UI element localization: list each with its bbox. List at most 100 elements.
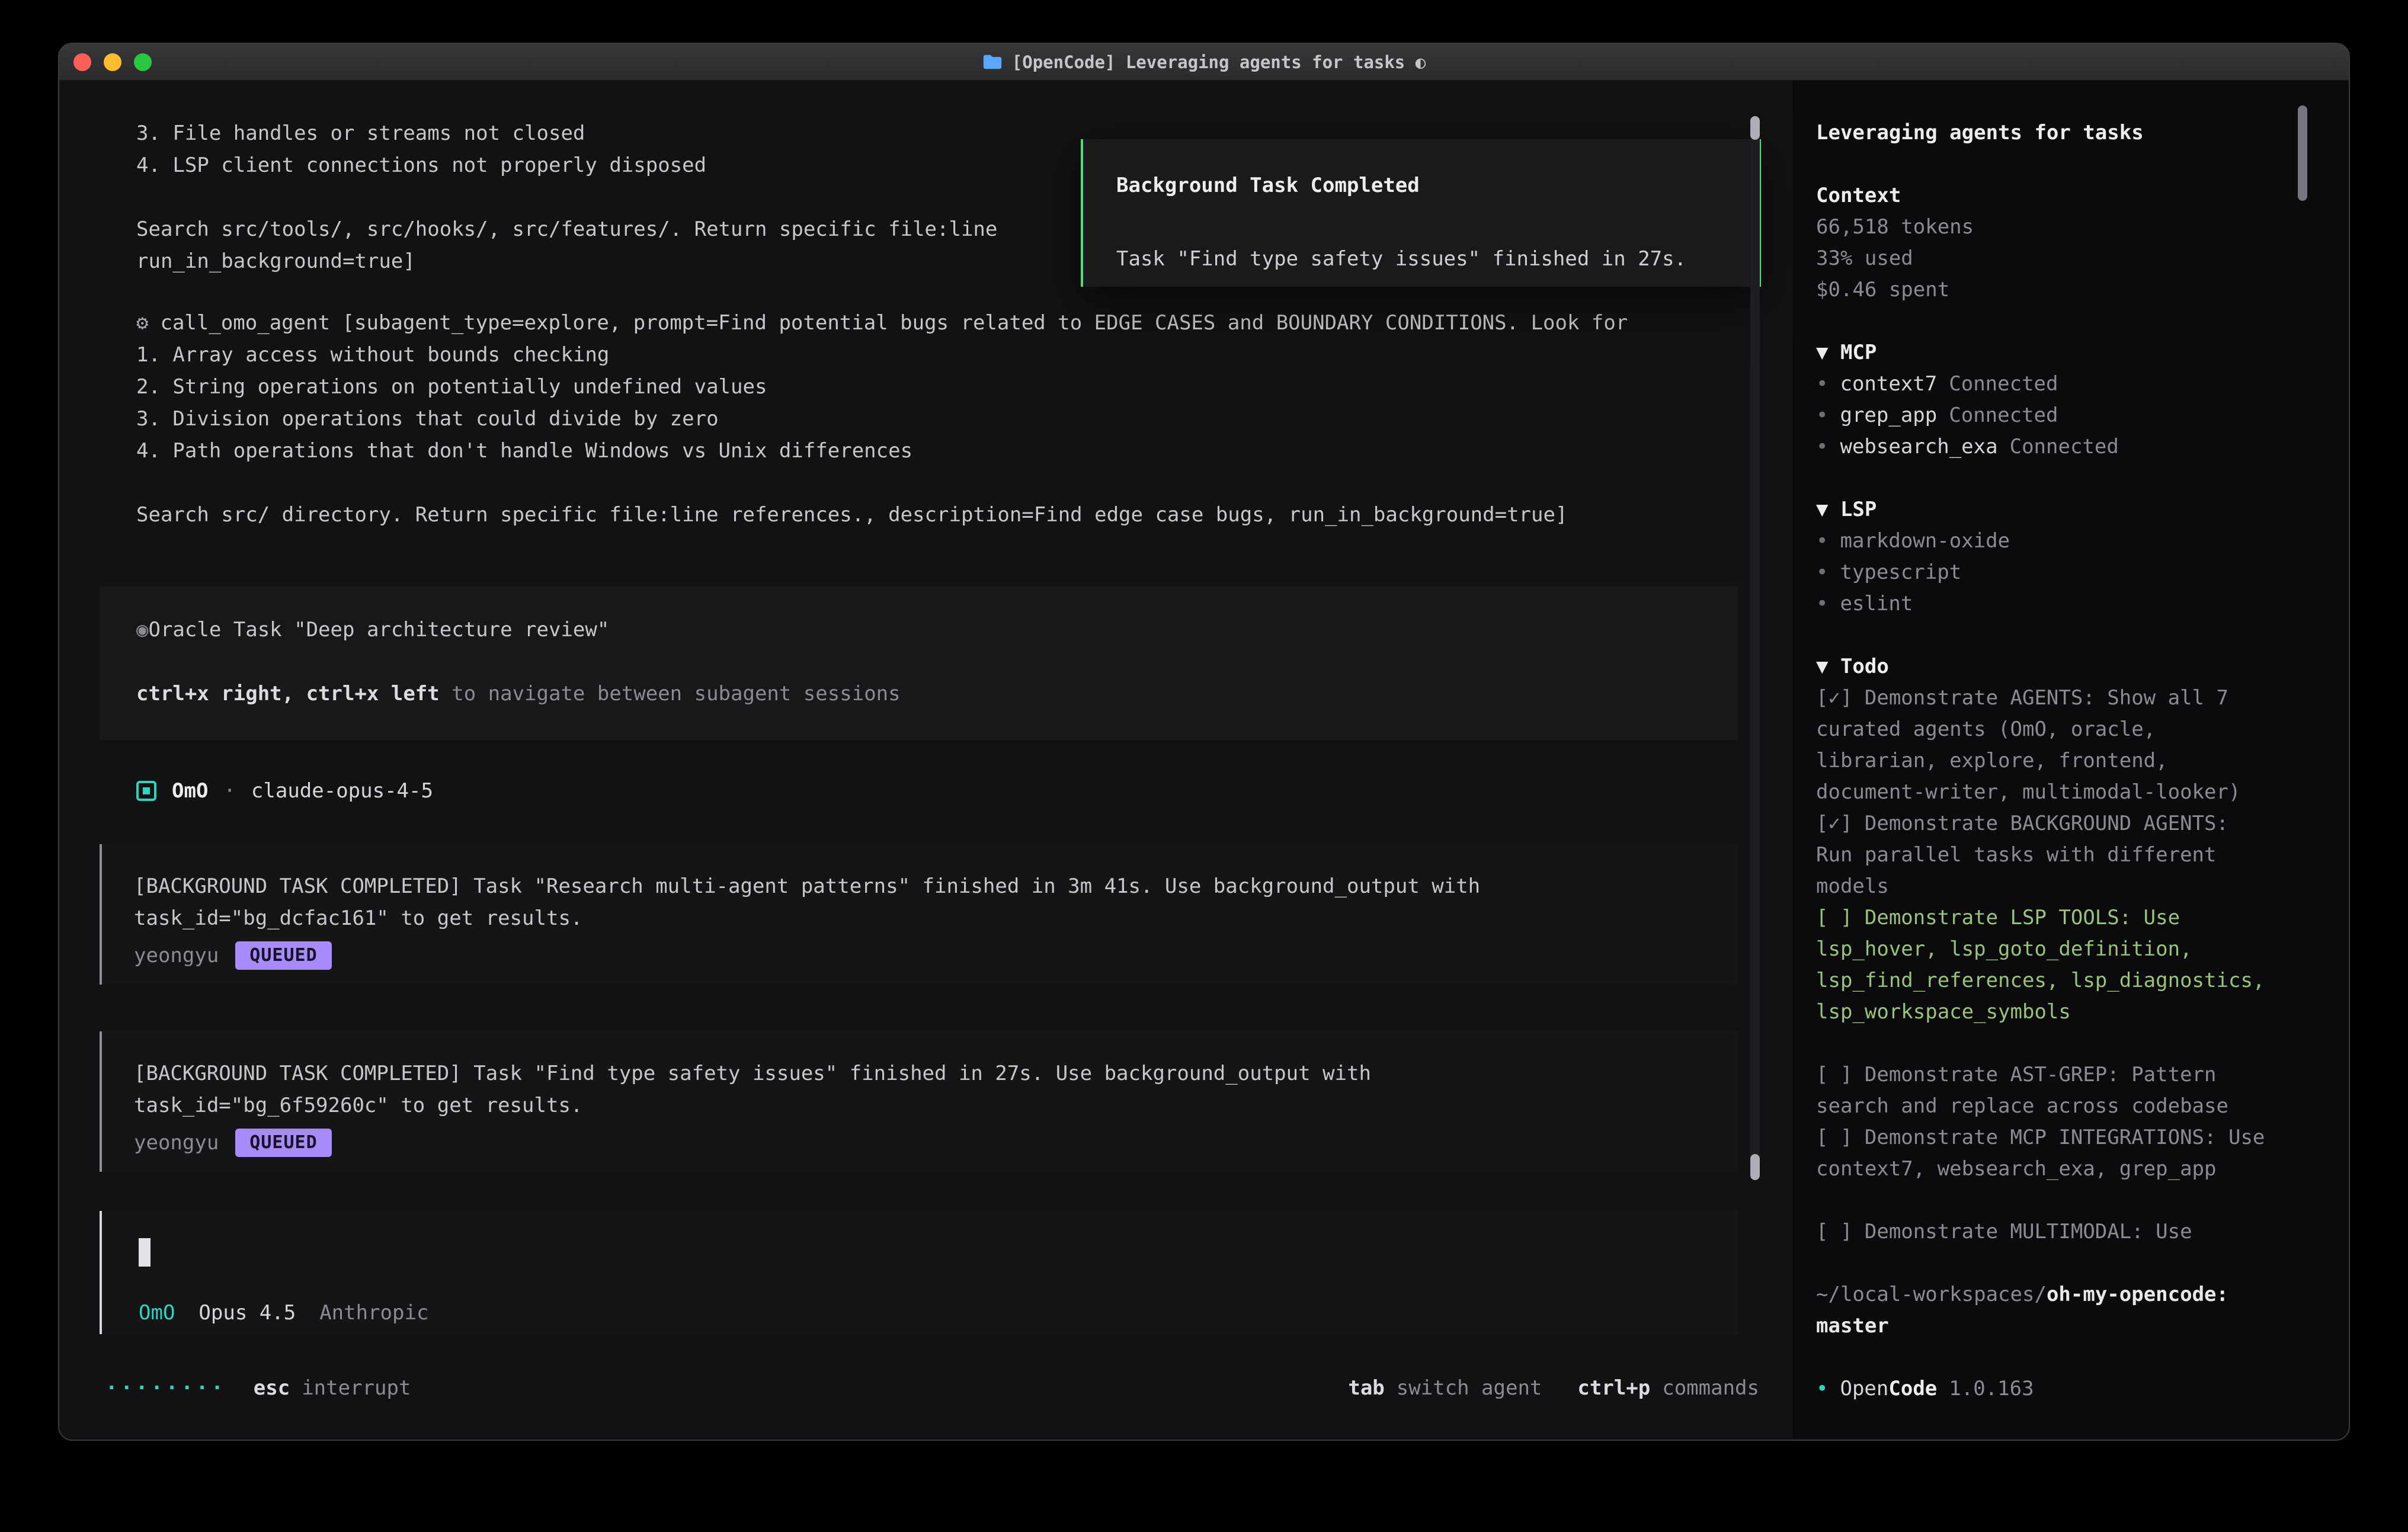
window-titlebar[interactable]: [OpenCode] Leveraging agents for tasks ◐ <box>59 44 2349 81</box>
esc-key-hint: esc <box>254 1376 290 1400</box>
esc-key-label: interrupt <box>302 1376 411 1400</box>
commands-key-label: commands <box>1662 1376 1759 1400</box>
sidebar-scrollbar-thumb[interactable] <box>2298 105 2307 201</box>
lsp-item-name: markdown-oxide <box>1840 529 2010 553</box>
lsp-section-heading[interactable]: ▼ LSP <box>1816 494 2349 525</box>
subagent-navigation-hint: ctrl+x right, ctrl+x left to navigate be… <box>136 678 1738 710</box>
todo-item-done: [✓] Demonstrate BACKGROUND AGENTS: Run p… <box>1816 808 2266 902</box>
window-title: [OpenCode] Leveraging agents for tasks ◐ <box>982 52 1426 72</box>
commands-key-hint: ctrl+p <box>1577 1376 1650 1400</box>
bullet-icon: • <box>1816 372 1828 396</box>
mcp-item-status: Connected <box>2010 435 2119 459</box>
context-tokens: 66,518 tokens <box>1816 211 2349 243</box>
todo-item-pending: [ ] Demonstrate MULTIMODAL: Use <box>1816 1216 2266 1248</box>
bullet-icon: • <box>1816 529 1828 553</box>
input-provider-name: Anthropic <box>319 1301 428 1325</box>
task-message-line: task_id="bg_6f59260c" to get results. <box>134 1089 1738 1121</box>
folder-icon <box>982 54 1003 70</box>
prompt-input[interactable]: OmO Opus 4.5 Anthropic <box>100 1211 1738 1334</box>
mcp-item-name: context7 <box>1840 372 1937 396</box>
brand-name-regular: Open <box>1840 1377 1888 1400</box>
spinner-dots: ········ <box>105 1376 226 1400</box>
tool-call-header: ⚙ call_omo_agent [subagent_type=explore, … <box>136 307 1628 339</box>
input-meta: OmO Opus 4.5 Anthropic <box>139 1301 428 1325</box>
notification-title: Background Task Completed <box>1116 172 1735 198</box>
context-heading: Context <box>1816 180 2349 211</box>
agent-icon <box>136 781 156 801</box>
tab-key-hint: tab <box>1348 1376 1384 1400</box>
terminal-pane: 3. File handles or streams not closed 4.… <box>59 81 1792 1439</box>
context-spent: $0.46 spent <box>1816 274 2349 306</box>
mcp-item-status: Connected <box>1949 403 2058 427</box>
workspace-path-prefix: ~/local-workspaces/ <box>1816 1283 2047 1306</box>
bullet-icon: • <box>1816 560 1828 584</box>
window-title-text: [OpenCode] Leveraging agents for tasks ◐ <box>1012 52 1426 72</box>
mcp-item-name: grep_app <box>1840 403 1937 427</box>
mcp-section-heading[interactable]: ▼ MCP <box>1816 337 2349 368</box>
lsp-item: • typescript <box>1816 557 2349 588</box>
tool-call-block: ⚙ call_omo_agent [subagent_type=explore, … <box>136 307 1628 531</box>
sidebar-pane: Leveraging agents for tasks Context 66,5… <box>1792 81 2349 1439</box>
terminal-window: [OpenCode] Leveraging agents for tasks ◐… <box>58 43 2350 1441</box>
brand-name-bold: Code <box>1888 1377 1937 1400</box>
zoom-button[interactable] <box>134 53 152 71</box>
notification-body: Task "Find type safety issues" finished … <box>1116 246 1735 272</box>
oracle-task-title-line: ◉Oracle Task "Deep architecture review" <box>136 614 1738 646</box>
task-author: yeongyu <box>134 944 219 967</box>
tool-call-footer: Search src/ directory. Return specific f… <box>136 499 1628 531</box>
tool-call-item: 3. Division operations that could divide… <box>136 403 1628 435</box>
todo-section-heading[interactable]: ▼ Todo <box>1816 651 2349 682</box>
todo-item-pending: [ ] Demonstrate MCP INTEGRATIONS: Use co… <box>1816 1122 2266 1185</box>
minimize-button[interactable] <box>104 53 121 71</box>
mcp-item: •context7Connected <box>1816 368 2349 400</box>
task-author: yeongyu <box>134 1131 219 1155</box>
agent-model: claude-opus-4-5 <box>251 779 433 803</box>
context-used: 33% used <box>1816 243 2349 274</box>
task-message: [BACKGROUND TASK COMPLETED] Task "Resear… <box>100 844 1738 985</box>
lsp-item-name: typescript <box>1840 560 1961 584</box>
task-message-line: task_id="bg_dcfac161" to get results. <box>134 902 1738 934</box>
workspace-repo: oh-my-opencode: <box>2047 1283 2228 1306</box>
lsp-item: • markdown-oxide <box>1816 525 2349 557</box>
todo-item-pending: [ ] Demonstrate AST-GREP: Pattern search… <box>1816 1059 2266 1122</box>
status-bar: ········ esc interrupt tab switch agent … <box>105 1372 1759 1404</box>
terminal-line: 3. File handles or streams not closed <box>136 117 997 149</box>
bullet-icon: • <box>1816 1377 1828 1400</box>
task-meta: yeongyu QUEUED <box>134 1129 1738 1157</box>
close-button[interactable] <box>73 53 91 71</box>
scrollbar-thumb[interactable] <box>1750 116 1760 140</box>
todo-item-active: [ ] Demonstrate LSP TOOLS: Use lsp_hover… <box>1816 902 2266 1028</box>
hint-keys: ctrl+x right, ctrl+x left <box>136 682 440 706</box>
input-agent-name: OmO <box>139 1301 175 1325</box>
scrollback-text: 3. File handles or streams not closed 4.… <box>136 117 997 277</box>
tab-key-label: switch agent <box>1397 1376 1542 1400</box>
bullet-icon: • <box>1816 592 1828 616</box>
queued-badge: QUEUED <box>235 941 331 970</box>
oracle-task-panel: ◉Oracle Task "Deep architecture review" … <box>100 586 1738 740</box>
text-cursor <box>139 1238 150 1267</box>
background-task-notification: Background Task Completed Task "Find typ… <box>1081 139 1761 287</box>
terminal-blank-line <box>136 181 997 213</box>
mcp-item: •websearch_exaConnected <box>1816 431 2349 463</box>
workspace-path: ~/local-workspaces/oh-my-opencode: <box>1816 1279 2349 1310</box>
bullet-icon: • <box>1816 435 1828 459</box>
main-scrollbar[interactable] <box>1750 116 1760 1180</box>
input-model-name: Opus 4.5 <box>198 1301 296 1325</box>
task-meta: yeongyu QUEUED <box>134 941 1738 970</box>
oracle-task-title: Oracle Task "Deep architecture review" <box>148 618 609 642</box>
hint-text: to navigate between subagent sessions <box>440 682 901 706</box>
task-message: [BACKGROUND TASK COMPLETED] Task "Find t… <box>100 1031 1738 1172</box>
scrollbar-thumb[interactable] <box>1750 1154 1760 1180</box>
terminal-blank-line <box>136 467 1628 499</box>
gear-icon: ⚙ <box>136 311 148 335</box>
task-message-line: [BACKGROUND TASK COMPLETED] Task "Find t… <box>134 1057 1738 1089</box>
version-number: 1.0.163 <box>1949 1377 2034 1400</box>
separator-dot: · <box>223 779 235 803</box>
terminal-line: run_in_background=true] <box>136 245 997 277</box>
tool-call-header-text: call_omo_agent [subagent_type=explore, p… <box>160 311 1628 335</box>
task-message-line: [BACKGROUND TASK COMPLETED] Task "Resear… <box>134 870 1738 902</box>
agent-header: OmO · claude-opus-4-5 <box>136 775 433 807</box>
agent-name: OmO <box>172 779 208 803</box>
workspace-branch: master <box>1816 1310 2349 1342</box>
todo-item-done: [✓] Demonstrate AGENTS: Show all 7 curat… <box>1816 682 2266 808</box>
